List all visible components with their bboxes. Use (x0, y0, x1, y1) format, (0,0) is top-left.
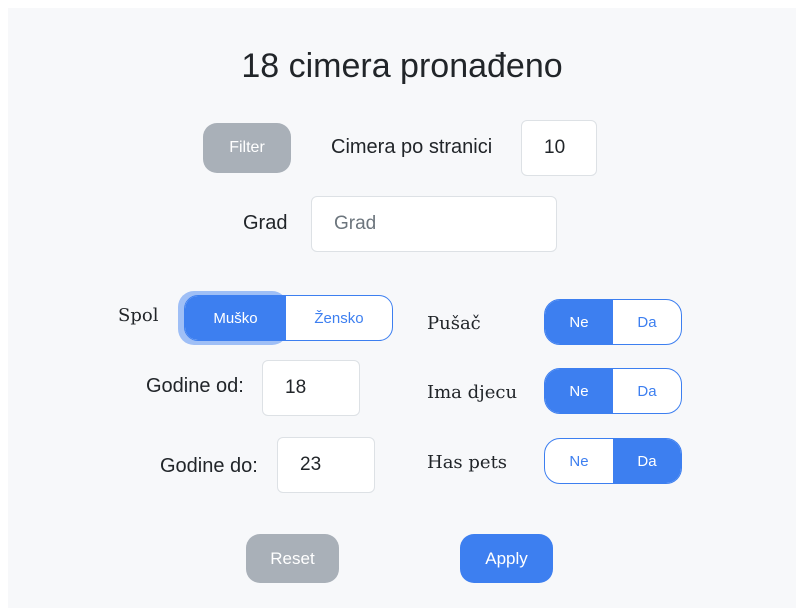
gender-toggle: Muško Žensko (178, 291, 395, 345)
per-page-input[interactable] (521, 120, 597, 176)
filter-button[interactable]: Filter (203, 123, 291, 173)
age-to-input[interactable] (277, 437, 375, 493)
results-title: 18 cimera pronađeno (241, 47, 563, 85)
has-pets-toggle: Ne Da (544, 438, 682, 484)
smoker-option-yes[interactable]: Da (613, 300, 681, 344)
smoker-option-no[interactable]: Ne (545, 300, 613, 344)
has-kids-toggle: Ne Da (544, 368, 682, 414)
reset-button[interactable]: Reset (246, 534, 339, 583)
gender-option-male[interactable]: Muško (185, 296, 286, 340)
smoker-toggle: Ne Da (544, 299, 682, 345)
smoker-label: Pušač (427, 313, 481, 334)
per-page-label: Cimera po stranici (331, 136, 493, 158)
apply-button[interactable]: Apply (460, 534, 553, 583)
has-pets-option-yes[interactable]: Da (613, 439, 681, 483)
city-input[interactable] (311, 196, 557, 252)
age-from-input[interactable] (262, 360, 360, 416)
has-pets-label: Has pets (427, 452, 508, 473)
filter-panel: 18 cimera pronađeno Filter Cimera po str… (8, 8, 796, 608)
has-pets-option-no[interactable]: Ne (545, 439, 613, 483)
has-kids-label: Ima djecu (427, 382, 518, 403)
age-to-label: Godine do: (160, 455, 258, 477)
gender-option-female[interactable]: Žensko (286, 296, 392, 340)
has-kids-option-no[interactable]: Ne (545, 369, 613, 413)
has-kids-option-yes[interactable]: Da (613, 369, 681, 413)
city-label: Grad (243, 212, 288, 234)
gender-label: Spol (118, 305, 159, 326)
age-from-label: Godine od: (146, 375, 244, 397)
